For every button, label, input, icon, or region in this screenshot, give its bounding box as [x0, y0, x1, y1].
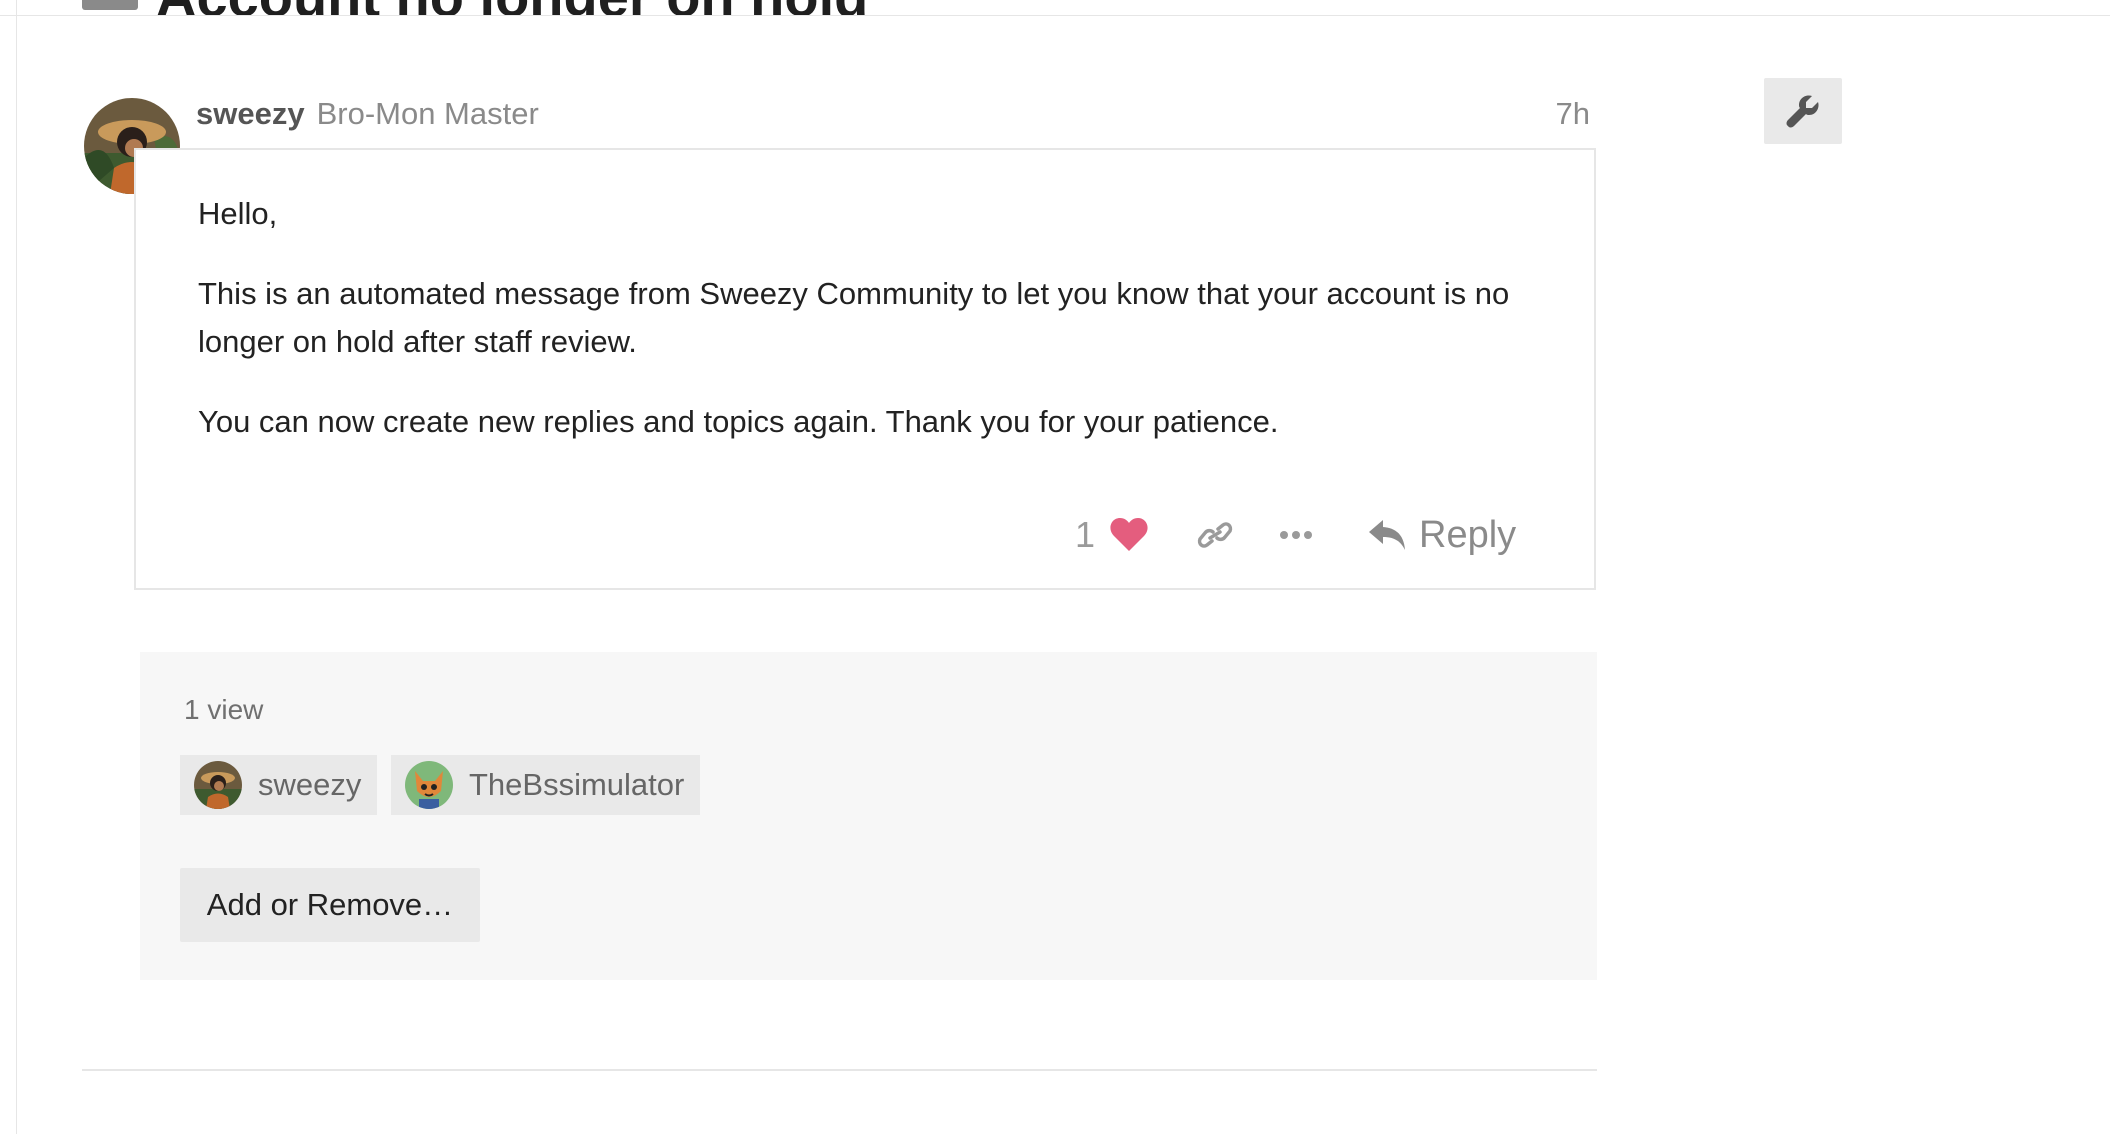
reply-button[interactable]: Reply	[1367, 514, 1516, 557]
user-title: Bro-Mon Master	[316, 96, 539, 131]
page: Account no longer on hold sweezy Br	[0, 0, 2110, 1134]
copy-link-button[interactable]	[1197, 521, 1233, 549]
timeline-divider	[16, 0, 17, 1134]
pm-envelope-icon	[82, 0, 138, 10]
username[interactable]: sweezy	[196, 96, 305, 132]
wrench-icon	[1786, 95, 1819, 128]
post-paragraph: Hello,	[198, 196, 278, 231]
post-date[interactable]: 7h	[1530, 96, 1590, 132]
link-icon	[1197, 522, 1233, 548]
topic-title[interactable]: Account no longer on hold	[82, 0, 868, 15]
viewer-name: sweezy	[258, 767, 362, 802]
like-button[interactable]	[1109, 517, 1149, 553]
post-paragraph: This is an automated message from Sweezy…	[198, 276, 1510, 359]
avatar	[405, 761, 453, 809]
avatar	[194, 761, 242, 809]
viewer-name: TheBssimulator	[469, 767, 685, 802]
views-count: 1 view	[184, 694, 264, 725]
viewer-chip[interactable]: sweezy	[180, 755, 378, 815]
viewer-chip[interactable]: TheBssimulator	[391, 755, 701, 815]
heart-icon	[1110, 518, 1148, 551]
reply-label: Reply	[1419, 513, 1517, 556]
show-more-button[interactable]	[1279, 530, 1313, 540]
admin-wrench-button[interactable]	[1764, 78, 1842, 144]
like-count[interactable]: 1	[1075, 514, 1095, 556]
ellipsis-icon	[1280, 531, 1313, 539]
post-paragraph: You can now create new replies and topic…	[198, 404, 1279, 439]
reply-arrow-icon	[1369, 520, 1406, 550]
topic-header: Account no longer on hold	[0, 0, 2110, 16]
topic-title-text: Account no longer on hold	[156, 0, 868, 15]
post-body: Hello, This is an automated message from…	[198, 190, 1568, 478]
post-meta: sweezy Bro-Mon Master	[196, 96, 539, 136]
post-divider	[82, 1069, 1597, 1071]
post-actions: 1 Reply	[1075, 505, 1516, 565]
add-or-remove-button[interactable]: Add or Remove…	[180, 868, 480, 942]
